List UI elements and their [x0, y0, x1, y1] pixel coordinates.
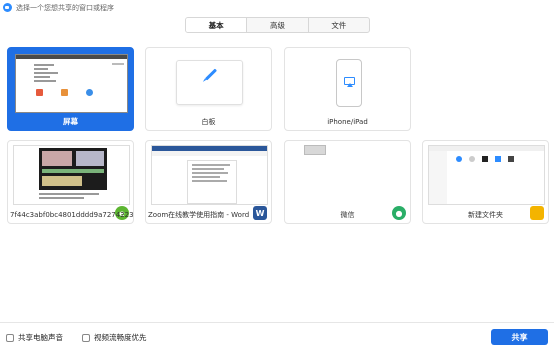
window-wechat-card[interactable]: ● 微信 [284, 140, 411, 224]
phone-icon [336, 59, 362, 107]
card-label: Zoom在线教学使用指南 - Word [148, 210, 250, 219]
optimize-video-checkbox[interactable]: 视频流畅度优先 [82, 332, 147, 343]
card-label: 微信 [340, 210, 355, 219]
card-label: 屏幕 [63, 117, 78, 126]
window-thumbnail [304, 145, 326, 155]
pen-icon [204, 68, 218, 81]
title-bar: 选择一个您想共享的窗口或程序 [0, 0, 554, 15]
checkbox-icon [6, 333, 14, 342]
tab-bar: 基本 高级 文件 [185, 17, 370, 33]
tab-files[interactable]: 文件 [309, 18, 369, 32]
window-thumbnail [428, 145, 545, 205]
card-label: iPhone/iPad [327, 117, 368, 126]
share-screen-card[interactable]: 屏幕 [7, 47, 134, 131]
share-iphone-card[interactable]: iPhone/iPad [284, 47, 411, 131]
card-label: 新建文件夹 [468, 210, 503, 219]
window-thumbnail [151, 145, 268, 205]
window-title: 选择一个您想共享的窗口或程序 [16, 3, 114, 12]
checkbox-icon [82, 333, 90, 342]
airplay-icon [344, 77, 355, 87]
share-audio-label: 共享电脑声音 [18, 333, 63, 342]
screen-preview [15, 54, 128, 113]
window-folder-card[interactable]: 新建文件夹 [422, 140, 549, 224]
share-whiteboard-card[interactable]: 白板 [145, 47, 272, 131]
share-button[interactable]: 共享 [491, 329, 548, 345]
bottom-bar: 共享电脑声音 视频流畅度优先 共享 [0, 322, 554, 350]
tab-advanced[interactable]: 高级 [247, 18, 309, 32]
share-audio-checkbox[interactable]: 共享电脑声音 [6, 332, 63, 343]
share-options-grid: 屏幕 白板 iPhone/iPad e 7f44c3abf0bc4801dddd… [7, 47, 549, 227]
window-word-card[interactable]: W Zoom在线教学使用指南 - Word [145, 140, 272, 224]
window-thumbnail [13, 145, 130, 205]
optimize-video-label: 视频流畅度优先 [94, 333, 147, 342]
zoom-logo-icon [3, 3, 12, 12]
card-label: 7f44c3abf0bc4801dddd9a7274223... [10, 210, 133, 219]
tab-basic[interactable]: 基本 [186, 18, 248, 32]
window-browser-card[interactable]: e 7f44c3abf0bc4801dddd9a7274223... [7, 140, 134, 224]
whiteboard-preview [176, 60, 243, 105]
card-label: 白板 [201, 117, 216, 126]
